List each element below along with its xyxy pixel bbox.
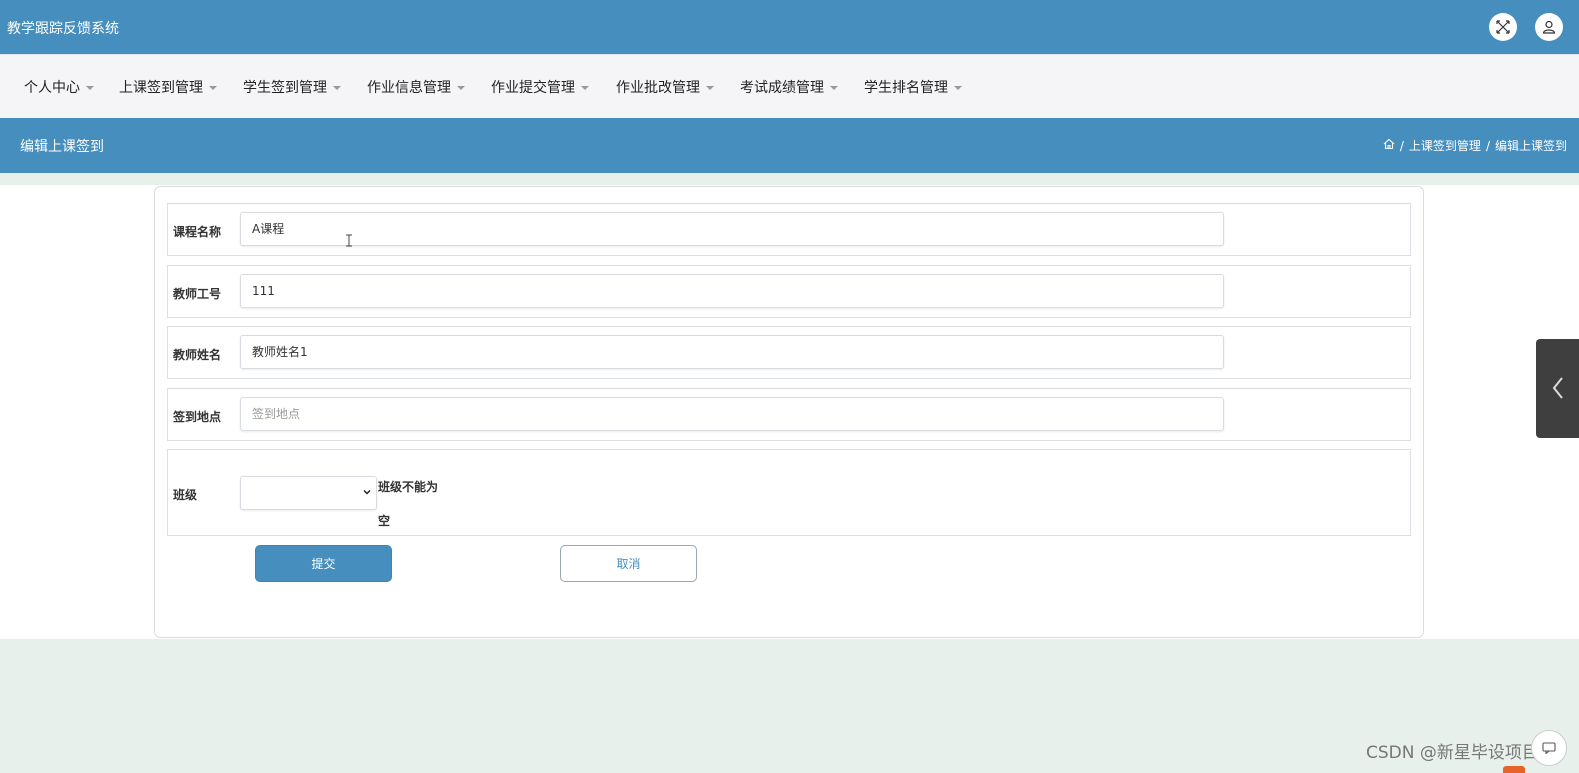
app-title: 教学跟踪反馈系统 bbox=[7, 21, 119, 37]
breadcrumb-separator: / bbox=[1485, 138, 1490, 153]
logo-icon bbox=[1503, 761, 1525, 773]
form-row-teacher-id: 教师工号 111 bbox=[167, 265, 1411, 318]
caret-down-icon bbox=[457, 86, 465, 90]
caret-down-icon bbox=[209, 86, 217, 90]
form-row-location: 签到地点 签到地点 bbox=[167, 388, 1411, 441]
menu-item-label: 个人中心 bbox=[24, 80, 80, 96]
class-error-message: 班级不能为空 bbox=[378, 480, 439, 528]
form-row-teacher-name: 教师姓名 教师姓名1 bbox=[167, 326, 1411, 379]
caret-down-icon bbox=[581, 86, 589, 90]
menu-item-label: 作业批改管理 bbox=[616, 80, 700, 96]
chat-icon[interactable] bbox=[1531, 730, 1567, 766]
form-row-course-name: 课程名称 A课程 bbox=[167, 203, 1411, 256]
side-panel-toggle[interactable] bbox=[1536, 339, 1579, 438]
main-menu: 个人中心 上课签到管理 学生签到管理 作业信息管理 作业提交管理 作业批改管理 … bbox=[0, 54, 1579, 119]
breadcrumb-item-current: 编辑上课签到 bbox=[1494, 139, 1567, 153]
breadcrumb-separator: / bbox=[1399, 138, 1404, 153]
chevron-left-icon bbox=[1552, 377, 1563, 399]
menu-item-homework-grading[interactable]: 作业批改管理 bbox=[616, 77, 714, 97]
menu-item-student-checkin[interactable]: 学生签到管理 bbox=[243, 77, 341, 97]
menu-item-label: 上课签到管理 bbox=[119, 80, 203, 96]
menu-item-homework-submit[interactable]: 作业提交管理 bbox=[491, 77, 589, 97]
caret-down-icon bbox=[954, 86, 962, 90]
cancel-button[interactable]: 取消 bbox=[560, 545, 697, 582]
menu-item-class-checkin[interactable]: 上课签到管理 bbox=[119, 77, 217, 97]
class-select[interactable] bbox=[240, 476, 377, 510]
caret-down-icon bbox=[333, 86, 341, 90]
location-label: 签到地点 bbox=[173, 410, 222, 424]
user-icon[interactable] bbox=[1535, 13, 1563, 41]
menu-item-student-ranking[interactable]: 学生排名管理 bbox=[864, 77, 962, 97]
class-label: 班级 bbox=[173, 488, 198, 502]
page-title: 编辑上课签到 bbox=[20, 139, 104, 155]
page-header: 编辑上课签到 / 上课签到管理 / 编辑上课签到 bbox=[0, 118, 1579, 173]
caret-down-icon bbox=[830, 86, 838, 90]
course-name-input[interactable]: A课程 bbox=[240, 212, 1224, 246]
home-icon[interactable] bbox=[1383, 138, 1395, 153]
breadcrumb-item-class-checkin[interactable]: 上课签到管理 bbox=[1409, 137, 1481, 154]
teacher-name-label: 教师姓名 bbox=[173, 348, 222, 362]
fullscreen-icon[interactable] bbox=[1489, 13, 1517, 41]
text-cursor-icon bbox=[346, 234, 352, 247]
submit-button[interactable]: 提交 bbox=[255, 545, 392, 582]
breadcrumb: / 上课签到管理 / 编辑上课签到 bbox=[1383, 137, 1567, 154]
top-bar: 教学跟踪反馈系统 bbox=[0, 0, 1579, 54]
course-name-label: 课程名称 bbox=[173, 225, 222, 239]
chevron-down-icon bbox=[363, 489, 371, 495]
caret-down-icon bbox=[86, 86, 94, 90]
form-row-class: 班级 班级不能为空 bbox=[167, 449, 1411, 536]
teacher-name-input[interactable]: 教师姓名1 bbox=[240, 335, 1224, 369]
menu-item-personal-center[interactable]: 个人中心 bbox=[24, 77, 94, 97]
watermark: CSDN @新星毕设项目 bbox=[1366, 743, 1539, 763]
menu-item-homework-info[interactable]: 作业信息管理 bbox=[367, 77, 465, 97]
menu-item-label: 学生签到管理 bbox=[243, 80, 327, 96]
menu-item-exam-scores[interactable]: 考试成绩管理 bbox=[740, 77, 838, 97]
teacher-id-label: 教师工号 bbox=[173, 287, 222, 301]
caret-down-icon bbox=[706, 86, 714, 90]
teacher-id-input[interactable]: 111 bbox=[240, 274, 1224, 308]
location-input[interactable]: 签到地点 bbox=[240, 397, 1224, 431]
menu-item-label: 学生排名管理 bbox=[864, 80, 948, 96]
menu-item-label: 作业信息管理 bbox=[367, 80, 451, 96]
menu-item-label: 作业提交管理 bbox=[491, 80, 575, 96]
menu-item-label: 考试成绩管理 bbox=[740, 80, 824, 96]
